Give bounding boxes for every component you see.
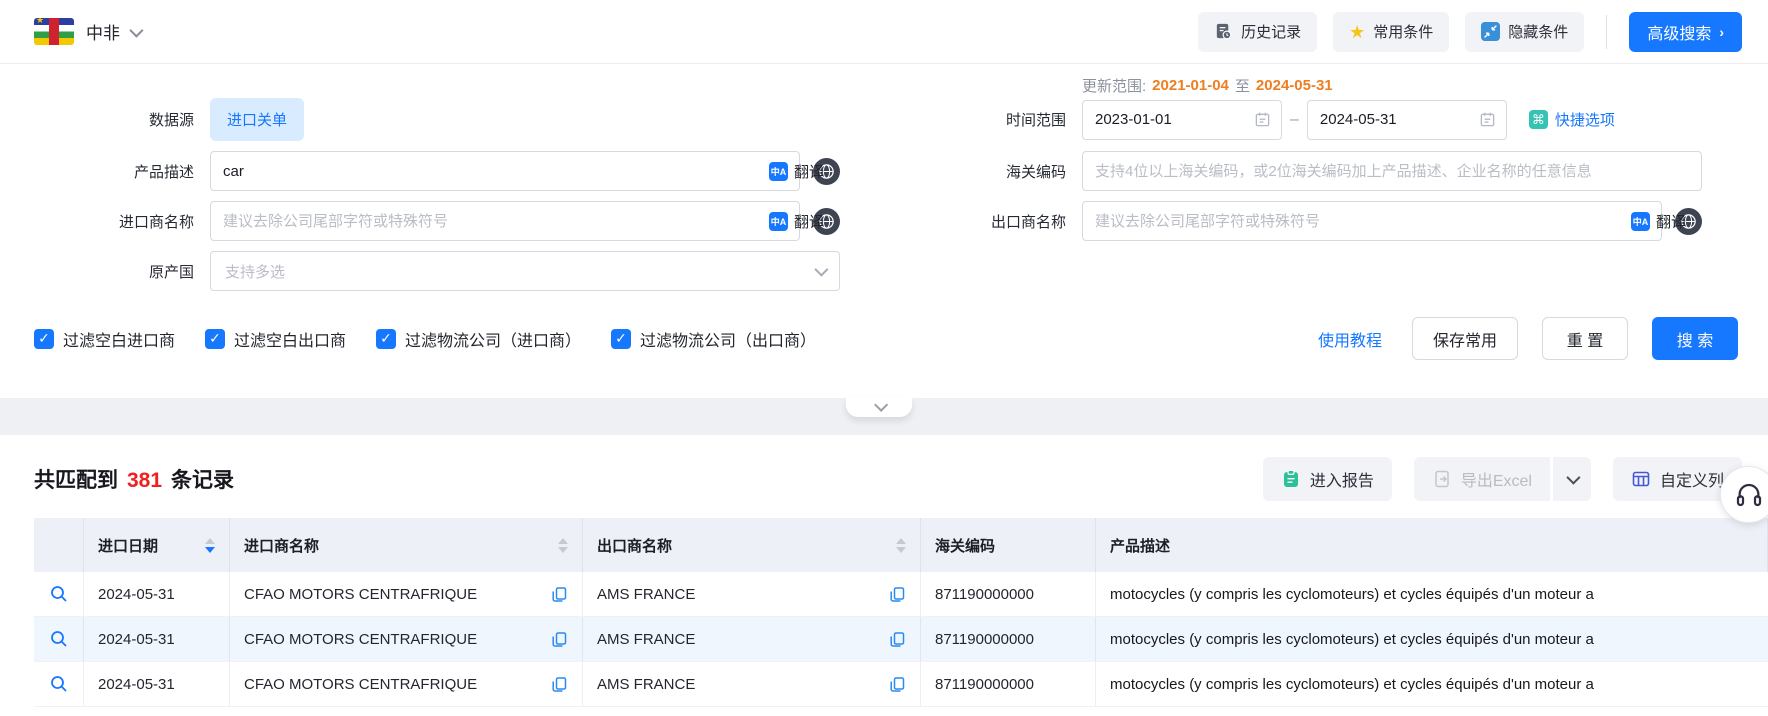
customize-columns-icon (1631, 469, 1651, 489)
quick-options-icon: ⌘ (1529, 110, 1548, 129)
table-row: 2024-05-31 CFAO MOTORS CENTRAFRIQUE AMS … (34, 617, 1768, 662)
checkbox-checked-icon: ✓ (34, 329, 54, 349)
table-header-row: 进口日期 进口商名称 出口商名称 海关编码 产品描述 (34, 518, 1768, 572)
checkbox-filter-blank-importer[interactable]: ✓ 过滤空白进口商 (34, 327, 175, 351)
time-range-label: 时间范围 (840, 109, 1082, 130)
country-flag-icon: ★ (34, 18, 74, 45)
checkbox-filter-blank-exporter[interactable]: ✓ 过滤空白出口商 (205, 327, 346, 351)
checkbox-filter-logistics-importer[interactable]: ✓ 过滤物流公司（进口商） (376, 327, 581, 351)
calendar-icon (1479, 111, 1496, 128)
product-desc-input[interactable] (210, 151, 800, 191)
advanced-search-button[interactable]: 高级搜索 › (1629, 12, 1742, 52)
favorites-icon: ★ (1349, 23, 1365, 41)
row-detail-search-icon[interactable] (49, 674, 69, 694)
country-selector-label[interactable]: 中非 (86, 19, 120, 44)
importer-input[interactable] (210, 201, 800, 241)
results-table: 进口日期 进口商名称 出口商名称 海关编码 产品描述 2024-05-31 C (34, 518, 1768, 707)
history-button[interactable]: 历史记录 (1198, 12, 1317, 52)
date-to-input[interactable]: 2024-05-31 (1307, 100, 1507, 140)
results-panel: 共匹配到 381 条记录 进入报告 导出Excel (0, 435, 1768, 716)
translate-icon: 中A (769, 162, 788, 181)
table-row: 2024-05-31 CFAO MOTORS CENTRAFRIQUE AMS … (34, 572, 1768, 617)
chevron-down-icon (1566, 471, 1580, 485)
translate-button[interactable]: 中A 翻译 (1625, 201, 1692, 241)
chevron-right-icon: › (1719, 24, 1724, 40)
checkbox-filter-logistics-exporter[interactable]: ✓ 过滤物流公司（出口商） (611, 327, 816, 351)
trade-data-search-page: ★ 中非 历史记录 ★ 常用条件 隐藏条件 高级搜索 (0, 0, 1768, 716)
update-range: 更新范围: 2021-01-04 至 2024-05-31 (1082, 72, 1768, 98)
date-from-input[interactable]: 2023-01-01 (1082, 100, 1282, 140)
table-row: 2024-05-31 CFAO MOTORS CENTRAFRIQUE AMS … (34, 662, 1768, 707)
export-icon (1432, 469, 1452, 489)
hide-conditions-button[interactable]: 隐藏条件 (1465, 12, 1584, 52)
copy-icon[interactable] (889, 676, 906, 693)
row-detail-search-icon[interactable] (49, 629, 69, 649)
importer-label: 进口商名称 (0, 211, 210, 232)
copy-icon[interactable] (551, 631, 568, 648)
header-cell-hs-code: 海关编码 (921, 518, 1096, 572)
origin-select[interactable]: 支持多选 (210, 251, 840, 291)
exporter-input[interactable] (1082, 201, 1662, 241)
update-range-label: 更新范围: (1082, 75, 1146, 96)
reset-button[interactable]: 重 置 (1542, 317, 1628, 360)
chevron-down-icon (814, 263, 828, 277)
results-count: 381 (127, 469, 162, 493)
checkbox-checked-icon: ✓ (611, 329, 631, 349)
update-range-to: 2024-05-31 (1256, 77, 1333, 94)
copy-icon[interactable] (551, 586, 568, 603)
date-range-dash: – (1290, 111, 1299, 129)
chevron-down-icon (874, 398, 888, 412)
calendar-icon (1254, 111, 1271, 128)
report-icon (1281, 469, 1301, 489)
top-bar: ★ 中非 历史记录 ★ 常用条件 隐藏条件 高级搜索 (0, 0, 1768, 64)
divider (1606, 15, 1607, 49)
filter-actions-row: ✓ 过滤空白进口商 ✓ 过滤空白出口商 ✓ 过滤物流公司（进口商） ✓ 过滤物流… (0, 317, 1768, 360)
sort-icons[interactable] (896, 538, 906, 553)
product-desc-label: 产品描述 (0, 161, 210, 182)
checkbox-checked-icon: ✓ (376, 329, 396, 349)
headset-icon (1734, 480, 1764, 510)
support-fab[interactable] (1720, 466, 1768, 523)
favorites-button[interactable]: ★ 常用条件 (1333, 12, 1449, 52)
row-detail-search-icon[interactable] (49, 584, 69, 604)
tab-import-declarations[interactable]: 进口关单 (210, 98, 304, 141)
translate-icon: 中A (769, 212, 788, 231)
copy-icon[interactable] (889, 586, 906, 603)
update-range-from: 2021-01-04 (1152, 77, 1229, 94)
collapse-panel-handle[interactable] (846, 397, 912, 417)
translate-icon: 中A (1631, 212, 1650, 231)
export-options-dropdown[interactable] (1553, 457, 1591, 501)
header-cell-product-desc: 产品描述 (1096, 518, 1768, 572)
hide-icon (1481, 22, 1500, 41)
translate-button[interactable]: 中A 翻译 (763, 201, 830, 241)
enter-report-button[interactable]: 进入报告 (1263, 457, 1392, 501)
header-cell-import-date[interactable]: 进口日期 (84, 518, 230, 572)
export-button-group: 导出Excel (1414, 457, 1591, 501)
header-cell-actions (34, 518, 84, 572)
filter-panel: 更新范围: 2021-01-04 至 2024-05-31 数据源 进口关单 时… (0, 64, 1768, 398)
hs-code-label: 海关编码 (840, 161, 1082, 182)
search-button[interactable]: 搜 索 (1652, 317, 1738, 360)
results-summary: 共匹配到 381 条记录 (34, 464, 234, 494)
checkbox-checked-icon: ✓ (205, 329, 225, 349)
sort-icons[interactable] (205, 538, 215, 553)
exporter-label: 出口商名称 (840, 211, 1082, 232)
copy-icon[interactable] (551, 676, 568, 693)
header-cell-exporter[interactable]: 出口商名称 (583, 518, 921, 572)
sort-icons[interactable] (558, 538, 568, 553)
header-cell-importer[interactable]: 进口商名称 (230, 518, 583, 572)
export-excel-button[interactable]: 导出Excel (1414, 457, 1550, 501)
hs-code-input[interactable] (1082, 151, 1702, 191)
tutorial-link[interactable]: 使用教程 (1312, 326, 1388, 352)
save-favorite-button[interactable]: 保存常用 (1412, 317, 1518, 360)
data-source-label: 数据源 (0, 109, 210, 130)
copy-icon[interactable] (889, 631, 906, 648)
translate-button[interactable]: 中A 翻译 (763, 151, 830, 191)
chevron-down-icon[interactable] (129, 23, 143, 37)
history-icon (1214, 22, 1233, 41)
origin-label: 原产国 (0, 261, 210, 282)
quick-options-link[interactable]: ⌘ 快捷选项 (1529, 109, 1615, 130)
